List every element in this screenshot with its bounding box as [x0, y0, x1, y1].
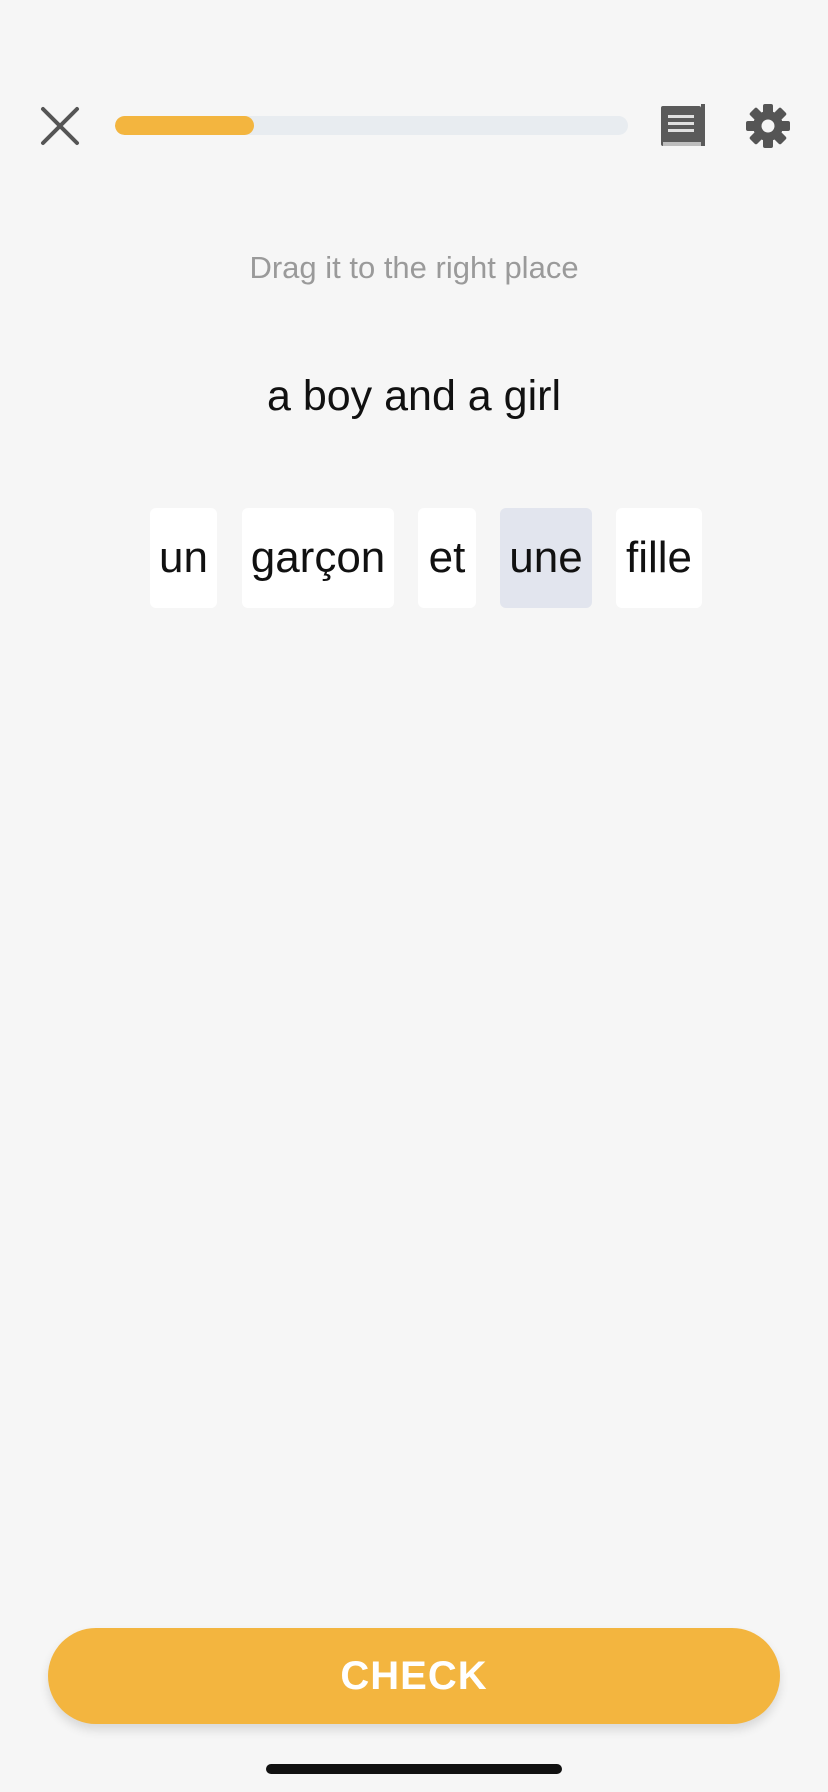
gear-icon: [746, 104, 790, 148]
word-tile[interactable]: un: [150, 508, 217, 608]
word-tile-label: une: [509, 533, 583, 582]
word-tile-label: garçon: [250, 533, 386, 582]
notes-button[interactable]: [659, 102, 709, 150]
instruction-text: Drag it to the right place: [249, 250, 579, 285]
prompt-sentence: a boy and a girl: [266, 372, 562, 420]
notes-icon: [661, 104, 705, 146]
word-tile-label: un: [159, 533, 208, 582]
word-tile[interactable]: une: [500, 508, 592, 608]
settings-button[interactable]: [744, 102, 792, 150]
lesson-screen: Drag it to the right place a boy and a g…: [0, 0, 828, 1792]
word-tile[interactable]: fille: [616, 508, 702, 608]
lesson-progress-fill: [115, 116, 254, 135]
word-tiles: un garçon et une fille: [0, 508, 828, 608]
word-tile[interactable]: et: [418, 508, 476, 608]
word-tile-label: fille: [625, 533, 693, 582]
lesson-progress-bar: [115, 116, 628, 135]
top-bar: [0, 0, 828, 200]
check-button-label: CHECK: [340, 1653, 488, 1698]
home-indicator: [266, 1764, 562, 1774]
close-icon: [41, 107, 79, 145]
word-tile[interactable]: garçon: [242, 508, 394, 608]
check-button[interactable]: CHECK: [48, 1628, 780, 1724]
close-button[interactable]: [36, 102, 84, 150]
word-tile-label: et: [428, 533, 466, 582]
